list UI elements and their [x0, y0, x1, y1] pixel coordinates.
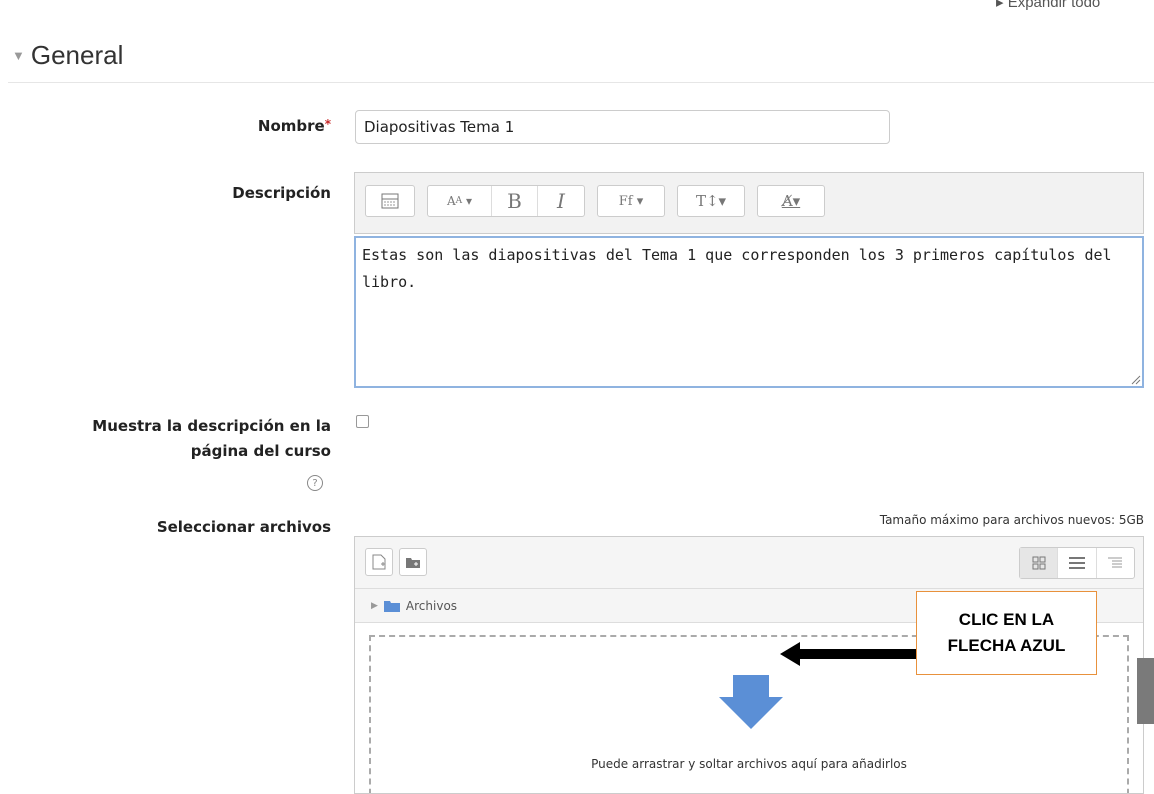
expand-triangle-icon: ▶	[371, 600, 378, 611]
view-mode-group	[1019, 547, 1135, 579]
collapse-triangle-icon: ▼	[12, 48, 25, 63]
add-file-icon[interactable]	[365, 548, 393, 576]
scroll-handle[interactable]	[1137, 658, 1154, 724]
show-description-checkbox[interactable]	[356, 415, 369, 428]
upload-arrow-icon[interactable]	[719, 675, 783, 729]
icons-view-icon[interactable]	[1020, 548, 1059, 578]
toolbar-group-toggle	[365, 185, 415, 217]
toolbar-group-clear: A̸▾	[757, 185, 825, 217]
help-icon[interactable]: ?	[307, 475, 323, 491]
file-picker-toolbar	[355, 537, 1143, 589]
list-view-icon[interactable]	[1058, 548, 1097, 578]
clear-format-icon[interactable]: A̸▾	[758, 186, 824, 216]
description-label: Descripción	[232, 184, 331, 202]
font-icon[interactable]: Ff ▾	[598, 186, 664, 216]
folder-icon	[383, 600, 400, 612]
name-label: Nombre*	[150, 117, 331, 135]
path-label: Archivos	[405, 598, 458, 613]
expand-all-link[interactable]: ▸ Expandir todo	[996, 0, 1100, 11]
section-divider	[8, 82, 1154, 83]
section-header-general[interactable]: ▼ General	[12, 40, 123, 71]
tree-view-icon[interactable]	[1097, 548, 1134, 578]
toolbar-toggle-icon[interactable]	[366, 186, 414, 216]
name-label-text: Nombre	[257, 117, 325, 135]
annotation-callout: CLIC EN LA FLECHA AZUL	[916, 591, 1097, 675]
toolbar-group-size: T↕▾	[677, 185, 745, 217]
drop-text: Puede arrastrar y soltar archivos aquí p…	[591, 757, 907, 771]
description-textarea[interactable]: Estas son las diapositivas del Tema 1 qu…	[354, 236, 1144, 388]
name-input[interactable]	[355, 110, 890, 144]
annotation-line2: FLECHA AZUL	[947, 636, 1066, 655]
files-label: Seleccionar archivos	[156, 518, 331, 536]
toolbar-group-font: Ff ▾	[597, 185, 665, 217]
editor-toolbar: AA ▾ B I Ff ▾ T↕▾ A̸▾	[354, 172, 1144, 234]
bold-icon[interactable]: B	[492, 186, 538, 216]
section-title: General	[30, 40, 124, 70]
toolbar-group-basic: AA ▾ B I	[427, 185, 585, 217]
annotation-line1: CLIC EN LA	[958, 610, 1055, 629]
annotation-arrow-icon	[780, 642, 916, 666]
required-icon: *	[324, 117, 331, 131]
resize-handle-icon[interactable]	[1129, 373, 1141, 385]
description-editor: AA ▾ B I Ff ▾ T↕▾ A̸▾ Estas son las diap…	[354, 172, 1144, 388]
show-description-label: Muestra la descripción en la página del …	[10, 414, 331, 464]
style-icon[interactable]: AA ▾	[428, 186, 492, 216]
italic-icon[interactable]: I	[538, 186, 584, 216]
text-size-icon[interactable]: T↕▾	[678, 186, 744, 216]
create-folder-icon[interactable]	[399, 548, 427, 576]
show-description-label-line1: Muestra la descripción en la	[92, 417, 331, 435]
max-size-text: Tamaño máximo para archivos nuevos: 5GB	[879, 513, 1144, 527]
show-description-label-line2: página del curso	[190, 442, 331, 460]
